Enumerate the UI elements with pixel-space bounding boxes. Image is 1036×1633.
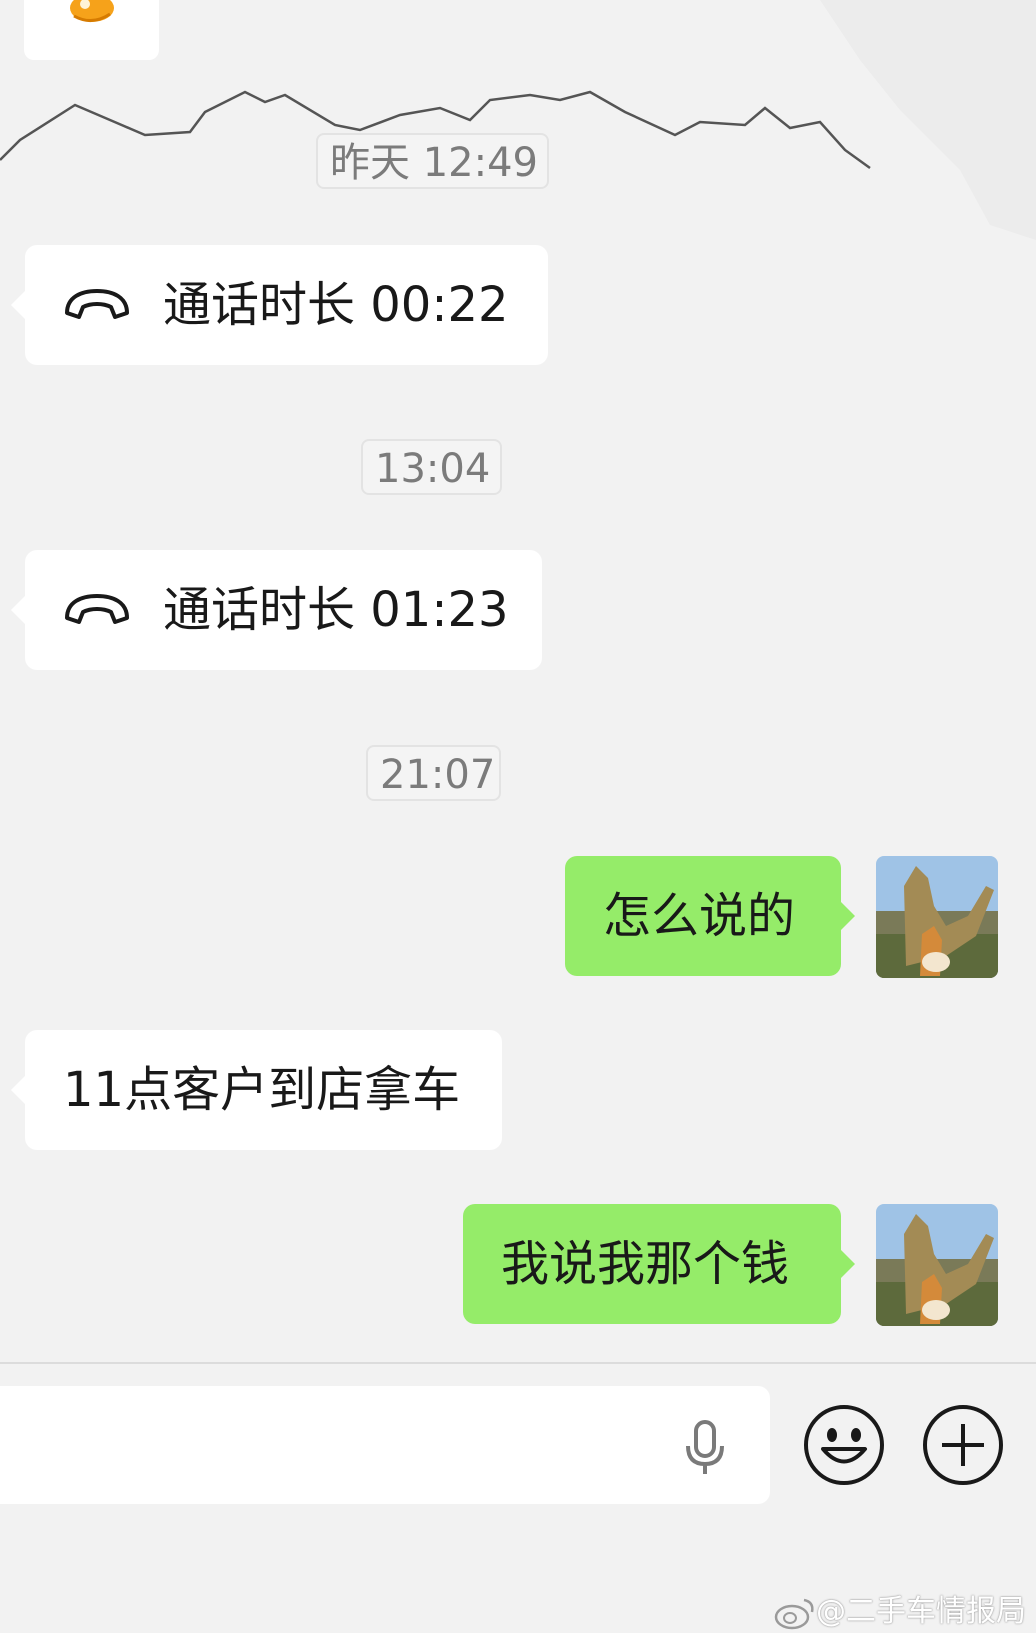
timestamp-label: 21:07 (366, 745, 501, 801)
input-toolbar: @二手车情报局 (0, 1364, 1036, 1633)
message-bubble[interactable]: 我说我那个钱 (463, 1204, 855, 1324)
microphone-icon[interactable] (680, 1420, 730, 1476)
message-input[interactable] (0, 1386, 770, 1504)
timestamp-label: 13:04 (361, 439, 502, 495)
message-text: 我说我那个钱 (501, 1236, 790, 1292)
call-record-bubble[interactable]: 通话时长 00:22 (11, 245, 548, 365)
message-text: 怎么说的 (603, 888, 796, 944)
watermark-text: @二手车情报局 (816, 1594, 1026, 1629)
call-duration-text: 通话时长 00:22 (163, 277, 509, 333)
phone-hangup-icon (65, 594, 129, 624)
timestamp-label: 昨天 12:49 (316, 133, 549, 189)
sticker-image (70, 0, 114, 22)
chat-message-list[interactable]: 昨天 12:49 通话时长 00:22 13:04 通话时长 01:23 21:… (0, 0, 1036, 1362)
call-duration-text: 通话时长 01:23 (163, 582, 509, 638)
plus-icon[interactable] (922, 1404, 1004, 1486)
message-bubble[interactable]: 怎么说的 (565, 856, 855, 976)
message-bubble[interactable]: 11点客户到店拿车 (11, 1030, 502, 1150)
weibo-logo-icon (774, 1598, 814, 1629)
my-avatar[interactable] (876, 1204, 998, 1326)
my-avatar[interactable] (876, 856, 998, 978)
watermark: @二手车情报局 (774, 1586, 1026, 1630)
emoji-icon[interactable] (803, 1404, 885, 1486)
call-record-bubble[interactable]: 通话时长 01:23 (11, 550, 542, 670)
phone-hangup-icon (65, 289, 129, 319)
message-text: 11点客户到店拿车 (63, 1062, 461, 1118)
